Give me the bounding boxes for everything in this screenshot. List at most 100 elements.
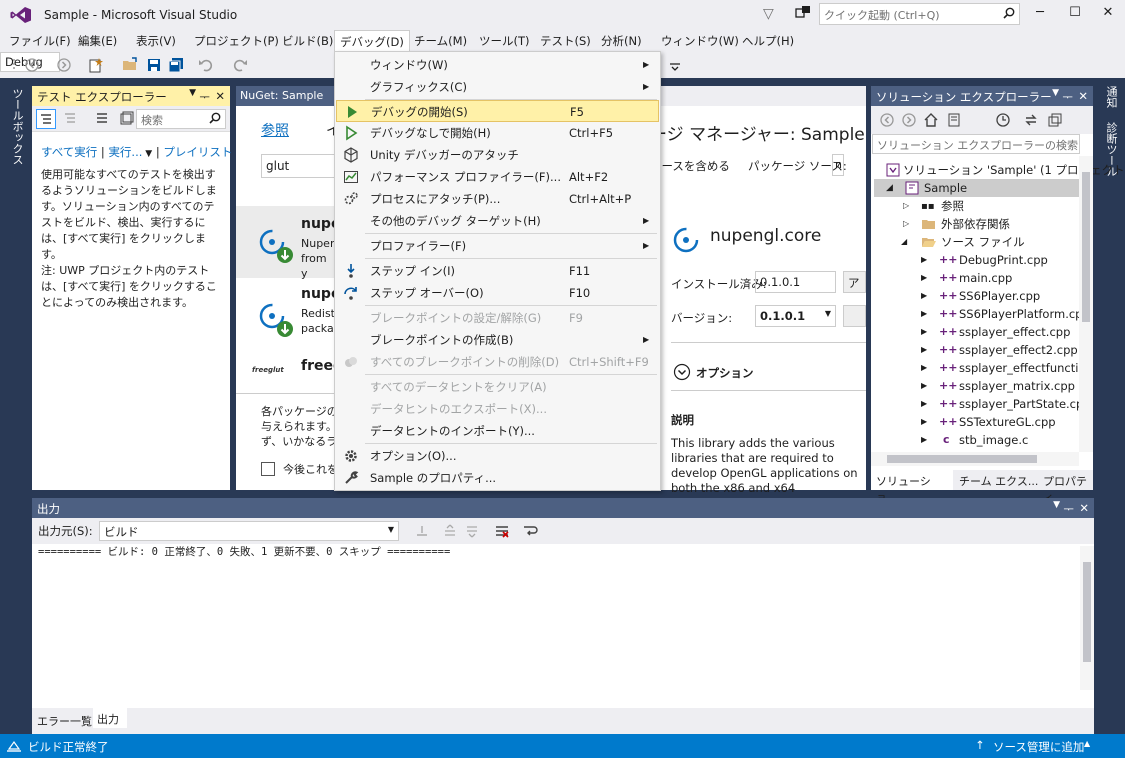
expand-arrow-icon[interactable]: ▷ (903, 197, 909, 215)
menuitem-start-without-debugging[interactable]: デバッグなしで開始(H) Ctrl+F5 (336, 122, 659, 144)
horizontal-scrollbar[interactable] (871, 452, 1079, 466)
menuitem-attach-unity-debugger[interactable]: Unity デバッガーのアタッチ (336, 144, 659, 166)
source-file-item[interactable]: ▶ ++ main.cpp (921, 269, 1012, 287)
menu-team[interactable]: チーム(M) (414, 33, 467, 49)
navigate-back-icon[interactable] (24, 57, 40, 73)
pending-changes-filter-icon[interactable] (995, 112, 1011, 128)
menuitem-step-into[interactable]: ステップ イン(I) F11 (336, 260, 659, 282)
menuitem-windows[interactable]: ウィンドウ(W) ▶ (336, 54, 659, 76)
save-icon[interactable] (146, 57, 162, 73)
uninstall-button[interactable]: ア (843, 271, 866, 293)
quick-launch-input[interactable]: クイック起動 (Ctrl+Q) (819, 3, 1020, 25)
next-message-icon[interactable] (464, 523, 480, 539)
toolbar-overflow-icon[interactable] (667, 57, 683, 73)
options-expander[interactable]: オプション (696, 365, 754, 381)
menu-project[interactable]: プロジェクト(P) (194, 33, 279, 49)
source-file-item[interactable]: ▶ ++ SSTextureGL.cpp (921, 413, 1056, 431)
playlist-icon[interactable] (118, 111, 134, 127)
menuitem-export-datatips[interactable]: データヒントのエクスポート(X)... (336, 398, 659, 420)
menuitem-profiler[interactable]: プロファイラー(F) ▶ (336, 235, 659, 257)
panel-menu-icon[interactable]: ▼ (1052, 88, 1059, 98)
expand-arrow-icon[interactable]: ▶ (921, 269, 927, 287)
menuitem-start-debugging[interactable]: デバッグの開始(S) F5 (336, 100, 659, 122)
run-all-link[interactable]: すべて実行 (41, 145, 97, 159)
version-select[interactable]: 0.1.0.1 ▼ (755, 305, 836, 327)
expand-arrow-icon[interactable]: ▶ (921, 251, 927, 269)
menu-file[interactable]: ファイル(F) (9, 33, 71, 49)
menu-tools[interactable]: ツール(T) (479, 33, 530, 49)
pin-icon[interactable]: ᅮ (1063, 501, 1074, 517)
source-file-item[interactable]: ▶ ++ ssplayer_effect.cpp (921, 323, 1070, 341)
close-icon[interactable]: ✕ (215, 89, 225, 103)
expand-arrow-icon[interactable]: ▶ (921, 413, 927, 431)
minimize-button[interactable]: ─ (1030, 5, 1050, 23)
package-list-item[interactable]: nupe Nuper from y (236, 206, 340, 280)
chevron-down-icon[interactable] (673, 363, 691, 381)
scrollbar-thumb[interactable] (887, 455, 1037, 463)
menuitem-performance-profiler[interactable]: パフォーマンス プロファイラー(F)... Alt+F2 (336, 166, 659, 188)
menu-help[interactable]: ヘルプ(H) (742, 33, 794, 49)
do-not-show-checkbox[interactable] (261, 462, 275, 476)
menuitem-import-datatips[interactable]: データヒントのインポート(Y)... (336, 420, 659, 442)
panel-menu-icon[interactable]: ▼ (189, 88, 196, 98)
menuitem-step-over[interactable]: ステップ オーバー(O) F10 (336, 282, 659, 304)
tab-team-explorer[interactable]: チーム エクス... (959, 473, 1038, 489)
package-source-select[interactable]: n (832, 154, 844, 176)
menuitem-project-properties[interactable]: Sample のプロパティ... (336, 467, 659, 489)
notification-filter-icon[interactable]: ▽ (763, 6, 774, 22)
menuitem-delete-all-breakpoints[interactable]: すべてのブレークポイントの削除(D) Ctrl+Shift+F9 (336, 351, 659, 373)
nuget-browse-tab[interactable]: 参照 (261, 120, 289, 140)
expand-arrow-icon[interactable]: ▶ (921, 287, 927, 305)
expand-arrow-icon[interactable]: ▶ (921, 305, 927, 323)
menu-test[interactable]: テスト(S) (540, 33, 591, 49)
new-project-icon[interactable] (88, 57, 104, 73)
expand-arrow-icon[interactable]: ▶ (921, 359, 927, 377)
source-file-item[interactable]: ▶ ++ SS6PlayerPlatform.cpp (921, 305, 1090, 323)
source-file-item[interactable]: ▶ ++ ssplayer_matrix.cpp (921, 377, 1075, 395)
expand-arrow-icon[interactable]: ▶ (921, 431, 927, 449)
pin-icon[interactable]: ᅮ (1062, 89, 1073, 105)
feedback-icon[interactable] (795, 5, 811, 21)
menu-edit[interactable]: 編集(E) (78, 33, 117, 49)
nuget-document-tab[interactable]: NuGet: Sample (236, 86, 336, 106)
menuitem-clear-all-datatips[interactable]: すべてのデータヒントをクリア(A) (336, 376, 659, 398)
add-to-source-control-button[interactable]: ソース管理に追加 (993, 739, 1084, 755)
open-file-icon[interactable] (122, 57, 138, 73)
menuitem-options[interactable]: オプション(O)... (336, 445, 659, 467)
previous-message-icon[interactable] (442, 523, 458, 539)
forward-icon[interactable] (901, 112, 917, 128)
source-file-item[interactable]: ▶ ++ DebugPrint.cpp (921, 251, 1048, 269)
nuget-search-input[interactable]: glut (261, 154, 341, 178)
solution-views-icon[interactable] (947, 112, 963, 128)
go-to-error-icon[interactable] (414, 523, 430, 539)
menu-analyze[interactable]: 分析(N) (601, 33, 642, 49)
source-control-menu-icon[interactable]: ▲ (1084, 739, 1090, 748)
menuitem-attach-to-process[interactable]: プロセスにアタッチ(P)... Ctrl+Alt+P (336, 188, 659, 210)
source-file-item[interactable]: ▶ ++ ssplayer_PartState.cpp (921, 395, 1091, 413)
test-search-input[interactable]: 検索 (136, 109, 226, 129)
navigate-forward-icon[interactable] (56, 57, 72, 73)
menuitem-new-breakpoint[interactable]: ブレークポイントの作成(B) ▶ (336, 329, 659, 351)
clear-all-icon[interactable] (494, 523, 510, 539)
close-button[interactable]: ✕ (1098, 5, 1118, 23)
tab-output[interactable]: 出力 (93, 708, 127, 728)
close-icon[interactable]: ✕ (1078, 89, 1088, 103)
pin-icon[interactable]: ᅮ (199, 89, 210, 105)
source-file-item[interactable]: ▶ ++ ssplayer_effectfunctio (921, 359, 1085, 377)
back-icon[interactable] (879, 112, 895, 128)
expand-arrow-icon[interactable]: ▶ (921, 341, 927, 359)
menu-window[interactable]: ウィンドウ(W) (661, 33, 739, 49)
scrollbar-thumb[interactable] (1082, 172, 1090, 322)
maximize-button[interactable]: ☐ (1065, 5, 1085, 23)
collapse-all-icon[interactable] (1047, 112, 1063, 128)
scrollbar-thumb[interactable] (1083, 562, 1091, 662)
expand-arrow-icon[interactable]: ▶ (921, 323, 927, 341)
toolbox-tab[interactable]: ツールボックス (9, 88, 25, 165)
close-icon[interactable]: ✕ (1079, 501, 1089, 515)
word-wrap-icon[interactable] (522, 523, 538, 539)
undo-icon[interactable] (198, 57, 214, 73)
menu-view[interactable]: 表示(V) (136, 33, 176, 49)
source-file-item[interactable]: ▶ ++ SS6Player.cpp (921, 287, 1040, 305)
source-file-item[interactable]: ▶ c stb_image.c (921, 431, 1028, 449)
expand-arrow-icon[interactable]: ▷ (903, 215, 909, 233)
